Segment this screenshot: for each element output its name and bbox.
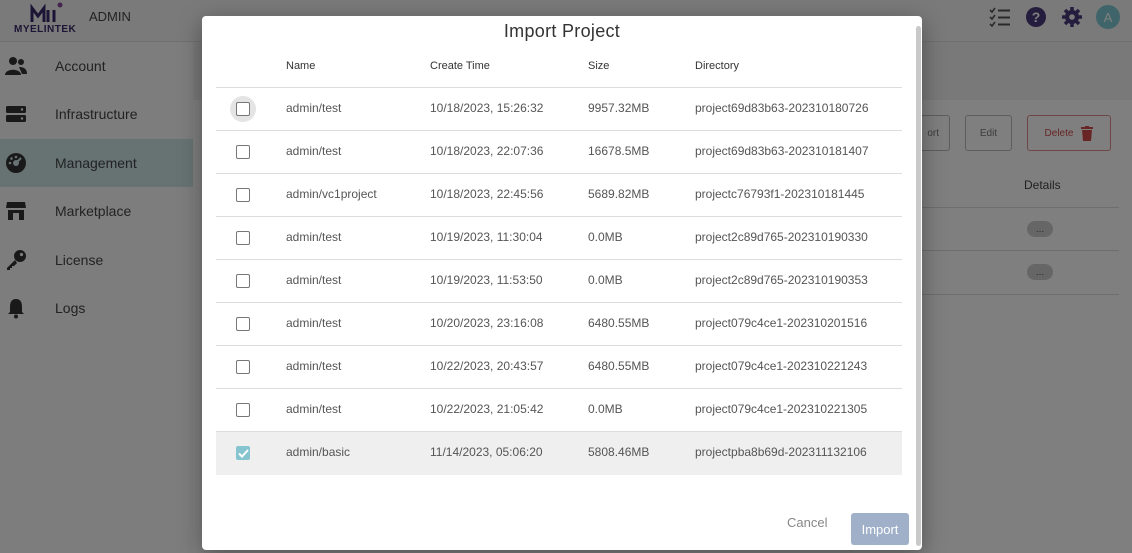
cell-name: admin/test [286,402,342,416]
table-header: Name Create Time Size Directory [216,46,902,88]
row-checkbox[interactable] [230,397,256,423]
row-checkbox[interactable] [230,268,256,294]
row-checkbox[interactable] [230,96,256,122]
column-header-size[interactable]: Size [588,60,609,72]
cell-create-time: 10/22/2023, 20:43:57 [430,359,544,373]
checkbox-icon [236,403,250,417]
cell-create-time: 10/20/2023, 23:16:08 [430,316,544,330]
cell-name: admin/vc1project [286,187,377,201]
column-header-directory[interactable]: Directory [695,60,739,72]
row-checkbox[interactable] [230,225,256,251]
projects-table: Name Create Time Size Directory admin/te… [216,46,902,475]
cell-directory: project079c4ce1-202310221305 [695,402,868,416]
cell-name: admin/test [286,144,342,158]
cell-size: 6480.55MB [588,316,650,330]
cell-size: 5689.82MB [588,187,650,201]
import-project-dialog: Import Project Name Create Time Size Dir… [202,16,922,550]
checkbox-icon [236,317,250,331]
table-row[interactable]: admin/test 10/20/2023, 23:16:08 6480.55MB p… [216,303,902,346]
checkbox-icon [236,188,250,202]
dialog-title: Import Project [503,21,621,41]
table-row[interactable]: admin/test 10/18/2023, 22:07:36 16678.5MB p… [216,131,902,174]
cell-size: 0.0MB [588,230,623,244]
import-button[interactable]: Import [851,513,909,545]
table-row[interactable]: admin/basic 11/14/2023, 05:06:20 5808.46MB… [216,432,902,475]
row-checkbox[interactable] [230,182,256,208]
table-row[interactable]: admin/test 10/18/2023, 15:26:32 9957.32MB p… [216,88,902,131]
cell-directory: project2c89d765-202310190330 [695,230,868,244]
scrollbar[interactable] [916,26,921,546]
row-checkbox[interactable] [230,311,256,337]
cell-name: admin/test [286,273,342,287]
cell-size: 5808.46MB [588,445,650,459]
cell-directory: projectc76793f1-202310181445 [695,187,865,201]
cell-directory: project69d83b63-202310181407 [695,144,869,158]
cell-directory: project69d83b63-202310180726 [695,101,869,115]
cell-create-time: 11/14/2023, 05:06:20 [430,445,543,459]
row-checkbox[interactable] [230,440,256,466]
checkbox-icon [236,360,250,374]
cell-create-time: 10/18/2023, 22:45:56 [430,187,544,201]
cell-name: admin/test [286,101,342,115]
cell-size: 0.0MB [588,273,623,287]
table-body: admin/test 10/18/2023, 15:26:32 9957.32MB p… [216,88,902,475]
cell-directory: project079c4ce1-202310201516 [695,316,868,330]
column-header-create-time[interactable]: Create Time [430,60,490,72]
table-row[interactable]: admin/vc1project 10/18/2023, 22:45:56 5689… [216,174,902,217]
cell-create-time: 10/22/2023, 21:05:42 [430,402,544,416]
cell-directory: projectpba8b69d-202311132106 [695,445,867,459]
checkbox-icon [236,102,250,116]
cell-directory: project079c4ce1-202310221243 [695,359,868,373]
cell-name: admin/test [286,359,342,373]
column-header-name[interactable]: Name [286,60,315,72]
checkbox-icon [236,274,250,288]
table-row[interactable]: admin/test 10/22/2023, 20:43:57 6480.55MB p… [216,346,902,389]
row-checkbox[interactable] [230,354,256,380]
cell-name: admin/test [286,316,342,330]
checkbox-checked-icon [236,446,250,460]
table-row[interactable]: admin/test 10/22/2023, 21:05:42 0.0MB proje… [216,389,902,432]
cell-create-time: 10/19/2023, 11:53:50 [430,273,543,287]
cell-name: admin/basic [286,445,351,459]
cell-create-time: 10/18/2023, 22:07:36 [430,144,544,158]
cell-size: 6480.55MB [588,359,650,373]
table-row[interactable]: admin/test 10/19/2023, 11:30:04 0.0MB proje… [216,217,902,260]
cell-size: 16678.5MB [588,144,650,158]
cell-size: 0.0MB [588,402,623,416]
row-checkbox[interactable] [230,139,256,165]
cell-directory: project2c89d765-202310190353 [695,273,868,287]
checkbox-icon [236,231,250,245]
cell-size: 9957.32MB [588,101,650,115]
cell-name: admin/test [286,230,342,244]
checkbox-icon [236,145,250,159]
cancel-button[interactable]: Cancel [787,515,827,530]
cell-create-time: 10/18/2023, 15:26:32 [430,101,544,115]
table-row[interactable]: admin/test 10/19/2023, 11:53:50 0.0MB proje… [216,260,902,303]
cell-create-time: 10/19/2023, 11:30:04 [430,230,543,244]
